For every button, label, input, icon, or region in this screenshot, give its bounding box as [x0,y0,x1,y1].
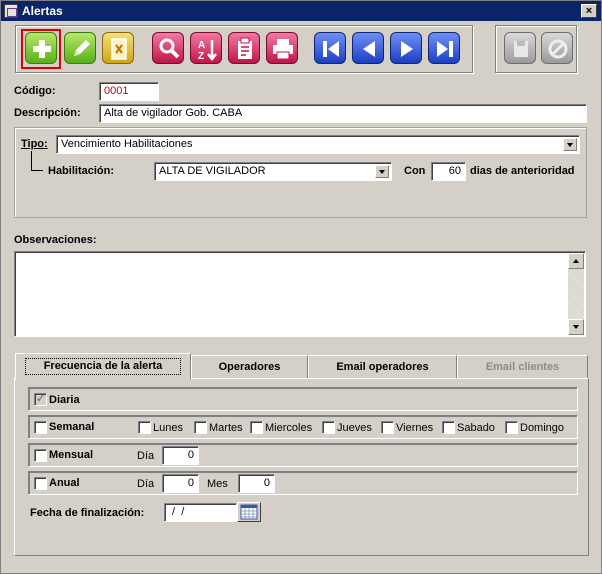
observaciones-textarea[interactable] [14,251,586,337]
pencil-icon [74,40,90,56]
chevron-down-icon[interactable] [563,138,577,151]
mensual-checkbox[interactable] [34,449,47,462]
mensual-dia-field[interactable]: 0 [162,446,199,465]
toolbar-save-cancel [495,25,577,73]
tipo-select[interactable]: Vencimiento Habilitaciones [56,135,580,154]
first-icon [323,41,339,57]
magnifier-icon [159,38,180,59]
descripcion-label: Descripción: [14,107,81,119]
fecha-finalizacion-field[interactable]: / / [164,503,237,522]
save-icon [514,41,528,57]
close-button[interactable]: × [581,4,597,18]
domingo-label: Domingo [520,422,565,434]
document-x-icon [111,38,127,60]
anual-dia-field[interactable]: 0 [162,474,199,493]
tipo-select-value: Vencimiento Habilitaciones [61,138,193,150]
scroll-down-icon[interactable] [568,319,584,335]
sabado-label: Sabado [457,422,495,434]
dias-field[interactable]: 60 [431,162,466,181]
report-button[interactable] [228,32,260,64]
next-record-button[interactable] [390,32,422,64]
habilitacion-select-value: ALTA DE VIGILADOR [159,165,266,177]
anual-row [28,471,578,495]
anual-mes-label: Mes [207,478,228,490]
calendar-button[interactable] [237,502,261,522]
codigo-label: Código: [14,85,56,97]
cancel-icon [548,39,568,59]
observaciones-label: Observaciones: [14,234,97,246]
fecha-finalizacion-label: Fecha de finalización: [30,507,145,519]
toolbar-main: AZ [15,25,473,73]
semanal-checkbox[interactable] [34,421,47,434]
tree-connector [31,151,43,171]
tab-operadores[interactable]: Operadores [191,355,308,379]
sabado-checkbox[interactable] [442,421,455,434]
mensual-label: Mensual [49,449,94,461]
tab-email-clientes: Email clientes [457,355,588,379]
anual-dia-label: Día [137,478,155,490]
mensual-row [28,443,578,467]
dias-anterioridad-label: dias de anterioridad [470,165,575,177]
habilitacion-label: Habilitación: [48,165,115,177]
tab-frecuencia-label: Frecuencia de la alerta [24,358,182,375]
habilitacion-select[interactable]: ALTA DE VIGILADOR [154,162,392,181]
previous-record-button[interactable] [352,32,384,64]
tipo-label: Tipo: [21,138,48,150]
codigo-field[interactable]: 0001 [99,82,159,101]
mensual-dia-label: Día [137,450,155,462]
anual-label: Anual [49,477,80,489]
lunes-checkbox[interactable] [138,421,151,434]
anual-mes-field[interactable]: 0 [238,474,275,493]
cancel-button[interactable] [541,32,573,64]
app-icon [4,4,18,18]
sort-az-icon: AZ [198,40,217,62]
printer-icon [273,39,293,60]
scroll-up-icon[interactable] [568,253,584,269]
edit-button[interactable] [64,32,96,64]
svg-text:A: A [198,40,205,51]
selected-button-highlight [21,29,61,69]
svg-text:Z: Z [198,51,204,62]
miercoles-label: Miercoles [265,422,313,434]
observaciones-scrollbar[interactable] [568,253,584,335]
last-record-button[interactable] [428,32,460,64]
diaria-label: Diaria [49,394,80,406]
martes-label: Martes [209,422,243,434]
chevron-down-icon[interactable] [375,165,389,178]
jueves-label: Jueves [337,422,372,434]
next-icon [401,41,413,57]
calendar-icon [240,504,258,520]
first-record-button[interactable] [314,32,346,64]
viernes-label: Viernes [396,422,434,434]
search-button[interactable] [152,32,184,64]
window-title: Alertas [22,4,63,18]
martes-checkbox[interactable] [194,421,207,434]
save-button[interactable] [504,32,536,64]
clipboard-icon [238,37,252,59]
tab-email-operadores[interactable]: Email operadores [308,355,457,379]
domingo-checkbox[interactable] [505,421,518,434]
viernes-checkbox[interactable] [381,421,394,434]
print-button[interactable] [266,32,298,64]
diaria-row [28,387,578,411]
previous-icon [363,41,375,57]
title-bar: Alertas × [1,1,601,21]
semanal-label: Semanal [49,421,95,433]
sort-button[interactable]: AZ [190,32,222,64]
alertas-window: Alertas × AZ Código: 0001 Descripción: A… [0,0,602,574]
con-label: Con [404,165,426,177]
diaria-checkbox[interactable] [34,392,47,406]
lunes-label: Lunes [153,422,183,434]
jueves-checkbox[interactable] [322,421,335,434]
miercoles-checkbox[interactable] [250,421,263,434]
anual-checkbox[interactable] [34,477,47,490]
tab-frecuencia[interactable]: Frecuencia de la alerta [15,353,191,380]
descripcion-field[interactable]: Alta de vigilador Gob. CABA [99,104,587,123]
delete-button[interactable] [102,32,134,64]
last-icon [437,41,453,57]
